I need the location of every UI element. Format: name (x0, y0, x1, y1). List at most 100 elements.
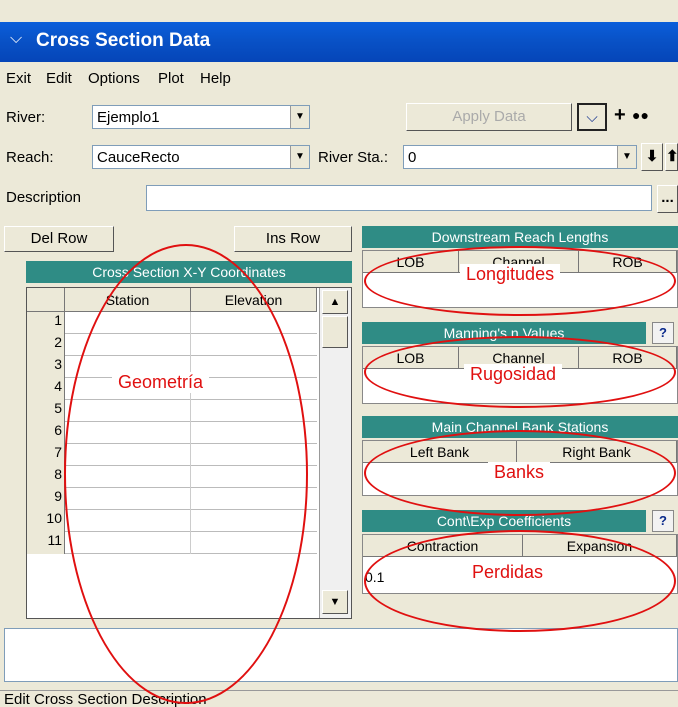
table-row: 11 (27, 532, 317, 554)
description-field[interactable] (146, 185, 652, 211)
row-number: 11 (27, 532, 65, 554)
scroll-thumb[interactable] (322, 316, 348, 348)
table-row: 7 (27, 444, 317, 466)
elevation-cell[interactable] (191, 510, 317, 532)
bank-stations-header: Main Channel Bank Stations (362, 416, 678, 438)
menu-help[interactable]: Help (200, 70, 231, 87)
apply-data-button[interactable]: Apply Data (406, 103, 572, 131)
elevation-cell[interactable] (191, 356, 317, 378)
elevation-cell[interactable] (191, 444, 317, 466)
plot-message-area (4, 628, 678, 682)
station-cell[interactable] (65, 532, 191, 554)
grid-scrollbar[interactable]: ▲ ▼ (319, 288, 351, 618)
cross-section-window: ⌵ Cross Section Data Exit Edit Options P… (0, 0, 678, 707)
table-row: 6 (27, 422, 317, 444)
river-sta-value: 0 (408, 149, 417, 166)
row-number: 10 (27, 510, 65, 532)
water-surface-icon: ⌵ (10, 30, 23, 47)
elevation-cell[interactable] (191, 312, 317, 334)
left-bank-label: Left Bank (363, 441, 517, 463)
window-title: Cross Section Data (36, 30, 211, 51)
elevation-column-header[interactable]: Elevation (191, 288, 317, 312)
table-row: 9 (27, 488, 317, 510)
chevron-down-icon[interactable]: ▼ (290, 106, 309, 128)
station-cell[interactable] (65, 422, 191, 444)
table-row: 1 (27, 312, 317, 334)
contexp-header: Cont\Exp Coefficients (362, 510, 646, 532)
help-icon[interactable]: ? (652, 510, 674, 532)
arrow-down-icon[interactable]: ⬇ (641, 143, 663, 171)
river-label: River: (6, 109, 46, 126)
station-cell[interactable] (65, 466, 191, 488)
menu-exit[interactable]: Exit (6, 70, 31, 87)
table-row: 2 (27, 334, 317, 356)
perdidas-annotation: Perdidas (466, 562, 550, 583)
row-number: 8 (27, 466, 65, 488)
banks-annotation: Banks (488, 462, 551, 483)
row-number: 2 (27, 334, 65, 356)
water-surface-icon[interactable]: ⌵ (577, 103, 607, 131)
longitudes-annotation: Longitudes (460, 264, 561, 285)
arrow-up-icon[interactable]: ⬆ (665, 143, 678, 171)
menu-options[interactable]: Options (88, 70, 140, 87)
elevation-cell[interactable] (191, 378, 317, 400)
downstream-reach-lengths-header: Downstream Reach Lengths (362, 226, 678, 248)
rob-label: ROB (579, 251, 677, 273)
chevron-down-icon[interactable]: ▼ (617, 146, 636, 168)
lob-label: LOB (363, 347, 459, 369)
cross-section-grid: Station Elevation 1 2 3 4 5 6 7 8 9 10 1… (26, 287, 352, 619)
plus-icon[interactable]: + (614, 104, 626, 127)
del-row-button[interactable]: Del Row (4, 226, 114, 252)
menu-plot[interactable]: Plot (158, 70, 184, 87)
title-bar: ⌵ Cross Section Data (0, 22, 678, 62)
geometria-annotation: Geometría (112, 372, 210, 393)
row-number-header (27, 288, 65, 312)
reach-select[interactable]: CauceRecto ▼ (92, 145, 310, 169)
river-sta-label: River Sta.: (318, 149, 389, 166)
station-column-header[interactable]: Station (65, 288, 191, 312)
help-icon[interactable]: ? (652, 322, 674, 344)
right-bank-label: Right Bank (517, 441, 677, 463)
row-number: 3 (27, 356, 65, 378)
row-number: 1 (27, 312, 65, 334)
ins-row-button[interactable]: Ins Row (234, 226, 352, 252)
elevation-cell[interactable] (191, 334, 317, 356)
elevation-cell[interactable] (191, 488, 317, 510)
contraction-value[interactable]: 0.1 (365, 569, 384, 585)
station-cell[interactable] (65, 510, 191, 532)
reach-value: CauceRecto (97, 149, 180, 166)
elevation-cell[interactable] (191, 532, 317, 554)
table-row: 10 (27, 510, 317, 532)
table-row: 5 (27, 400, 317, 422)
reach-label: Reach: (6, 149, 54, 166)
menu-edit[interactable]: Edit (46, 70, 72, 87)
rob-label: ROB (579, 347, 677, 369)
row-number: 4 (27, 378, 65, 400)
chevron-down-icon[interactable]: ▼ (290, 146, 309, 168)
description-more-button[interactable]: ... (657, 185, 678, 213)
station-cell[interactable] (65, 312, 191, 334)
river-select[interactable]: Ejemplo1 ▼ (92, 105, 310, 129)
river-sta-select[interactable]: 0 ▼ (403, 145, 637, 169)
elevation-cell[interactable] (191, 400, 317, 422)
scroll-up-icon[interactable]: ▲ (322, 290, 348, 314)
station-cell[interactable] (65, 334, 191, 356)
station-cell[interactable] (65, 400, 191, 422)
rugosidad-annotation: Rugosidad (464, 364, 563, 385)
row-number: 6 (27, 422, 65, 444)
station-cell[interactable] (65, 488, 191, 510)
row-number: 5 (27, 400, 65, 422)
grid-title: Cross Section X-Y Coordinates (26, 261, 352, 283)
elevation-cell[interactable] (191, 422, 317, 444)
scroll-down-icon[interactable]: ▼ (322, 590, 348, 614)
status-bar: Edit Cross Section Description (0, 690, 678, 707)
contraction-label: Contraction (363, 535, 523, 557)
binoculars-icon[interactable]: ●● (632, 107, 649, 123)
elevation-cell[interactable] (191, 466, 317, 488)
row-number: 7 (27, 444, 65, 466)
menu-bar: Exit Edit Options Plot Help (0, 64, 678, 94)
expansion-label: Expansion (523, 535, 677, 557)
description-label: Description (6, 189, 82, 206)
station-cell[interactable] (65, 444, 191, 466)
row-number: 9 (27, 488, 65, 510)
